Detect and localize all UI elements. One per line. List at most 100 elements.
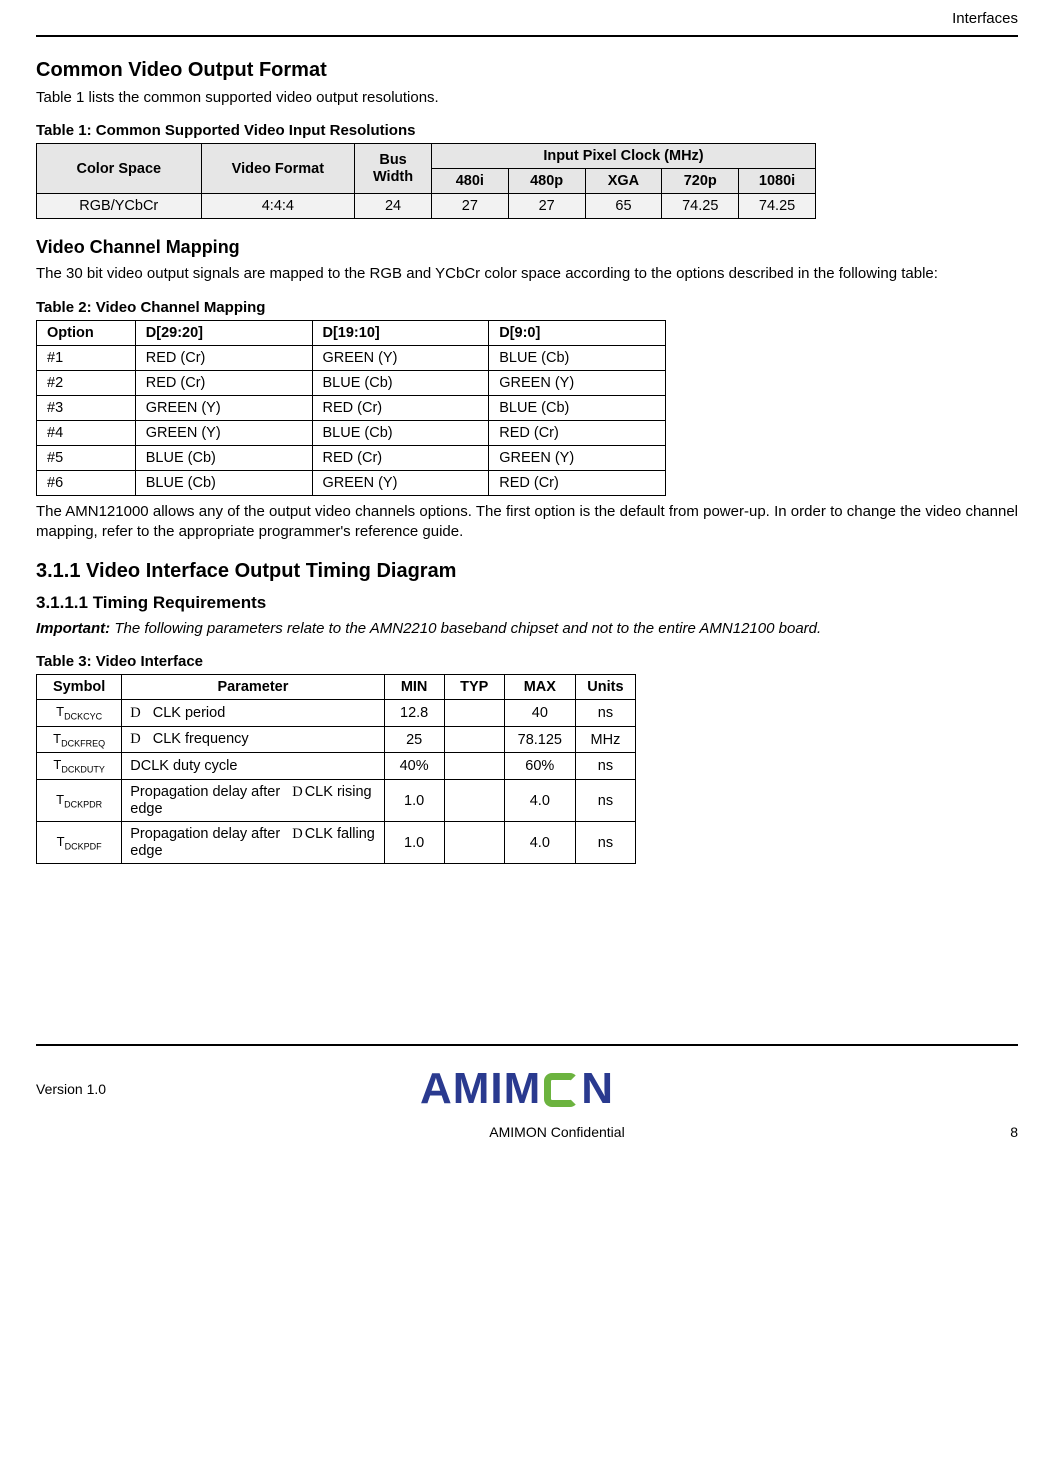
t1-cell: 27 xyxy=(431,194,508,219)
intro-text-2: The 30 bit video output signals are mapp… xyxy=(36,264,1018,284)
t2-col-d9: D[9:0] xyxy=(489,320,666,345)
heading-311: 3.1.1 Video Interface Output Timing Diag… xyxy=(36,560,1018,583)
t2-cell: GREEN (Y) xyxy=(489,445,666,470)
t2-cell: GREEN (Y) xyxy=(489,370,666,395)
t1-cell: RGB/YCbCr xyxy=(37,194,202,219)
table-row: TDCKPDRPropagation delay after DCLK risi… xyxy=(37,780,636,822)
important-note: Important: The following parameters rela… xyxy=(36,619,1018,639)
t3-cell xyxy=(444,726,504,753)
t3-cell: 12.8 xyxy=(384,700,444,727)
t1-col-1080i: 1080i xyxy=(739,169,816,194)
t3-param: Propagation delay after DCLK rising edge xyxy=(122,780,384,822)
table2-caption: Table 2: Video Channel Mapping xyxy=(36,299,1018,316)
t3-col-param: Parameter xyxy=(122,675,384,700)
t2-cell: GREEN (Y) xyxy=(312,470,489,495)
table-row: #6BLUE (Cb)GREEN (Y)RED (Cr) xyxy=(37,470,666,495)
t3-symbol: TDCKDUTY xyxy=(37,753,122,780)
logo-o-icon xyxy=(544,1073,578,1107)
t3-param: DCLK frequency xyxy=(122,726,384,753)
t3-symbol: TDCKCYC xyxy=(37,700,122,727)
t2-cell: RED (Cr) xyxy=(135,370,312,395)
t1-cell: 4:4:4 xyxy=(201,194,355,219)
heading-common-video-output: Common Video Output Format xyxy=(36,59,1018,82)
t2-cell: #4 xyxy=(37,420,136,445)
t1-cell: 27 xyxy=(508,194,585,219)
t3-cell: 25 xyxy=(384,726,444,753)
table-row: TDCKPDFPropagation delay after DCLK fall… xyxy=(37,822,636,864)
table-row: #3GREEN (Y)RED (Cr)BLUE (Cb) xyxy=(37,395,666,420)
t3-col-min: MIN xyxy=(384,675,444,700)
logo-text-a: AMIM xyxy=(420,1064,541,1114)
t1-col-buswidth: Bus Width xyxy=(355,144,432,194)
table-row: TDCKFREQDCLK frequency2578.125MHz xyxy=(37,726,636,753)
t3-cell: 78.125 xyxy=(504,726,575,753)
t2-cell: BLUE (Cb) xyxy=(489,345,666,370)
page-number: 8 xyxy=(988,1124,1018,1140)
t1-cell: 74.25 xyxy=(739,194,816,219)
t1-col-videoformat: Video Format xyxy=(201,144,355,194)
t2-cell: #6 xyxy=(37,470,136,495)
confidential-label: AMIMON Confidential xyxy=(126,1124,988,1140)
outro-text-2: The AMN121000 allows any of the output v… xyxy=(36,502,1018,543)
t2-cell: RED (Cr) xyxy=(489,420,666,445)
important-label: Important: xyxy=(36,620,110,637)
t3-cell: 1.0 xyxy=(384,780,444,822)
t2-cell: #5 xyxy=(37,445,136,470)
t2-cell: #2 xyxy=(37,370,136,395)
t3-cell xyxy=(444,753,504,780)
t3-cell: 40 xyxy=(504,700,575,727)
t3-cell: 4.0 xyxy=(504,822,575,864)
t2-cell: GREEN (Y) xyxy=(135,420,312,445)
footer-rule xyxy=(36,1044,1018,1046)
t2-cell: RED (Cr) xyxy=(489,470,666,495)
table-row: #1RED (Cr)GREEN (Y)BLUE (Cb) xyxy=(37,345,666,370)
t3-cell: MHz xyxy=(575,726,635,753)
table-row: TDCKDUTYDCLK duty cycle40%60%ns xyxy=(37,753,636,780)
intro-text-1: Table 1 lists the common supported video… xyxy=(36,88,1018,108)
table1: Color Space Video Format Bus Width Input… xyxy=(36,143,816,219)
t2-cell: BLUE (Cb) xyxy=(489,395,666,420)
table-row: #4GREEN (Y)BLUE (Cb)RED (Cr) xyxy=(37,420,666,445)
t3-cell: ns xyxy=(575,780,635,822)
t3-symbol: TDCKPDR xyxy=(37,780,122,822)
t1-cell: 65 xyxy=(585,194,662,219)
t2-cell: RED (Cr) xyxy=(312,395,489,420)
table3: Symbol Parameter MIN TYP MAX Units TDCKC… xyxy=(36,674,636,864)
t3-cell: ns xyxy=(575,822,635,864)
amimon-logo: AMIM N xyxy=(420,1064,614,1114)
t3-cell: ns xyxy=(575,753,635,780)
t1-col-clockgroup: Input Pixel Clock (MHz) xyxy=(431,144,815,169)
table3-caption: Table 3: Video Interface xyxy=(36,653,1018,670)
t2-cell: GREEN (Y) xyxy=(135,395,312,420)
t1-col-480i: 480i xyxy=(431,169,508,194)
version-label: Version 1.0 xyxy=(36,1081,106,1097)
t3-cell: 4.0 xyxy=(504,780,575,822)
t1-col-xga: XGA xyxy=(585,169,662,194)
t2-cell: GREEN (Y) xyxy=(312,345,489,370)
table-row: #2RED (Cr)BLUE (Cb)GREEN (Y) xyxy=(37,370,666,395)
t3-cell: 60% xyxy=(504,753,575,780)
t3-symbol: TDCKPDF xyxy=(37,822,122,864)
t2-cell: BLUE (Cb) xyxy=(312,420,489,445)
t3-cell: ns xyxy=(575,700,635,727)
t3-cell: 40% xyxy=(384,753,444,780)
t3-cell xyxy=(444,780,504,822)
t3-col-symbol: Symbol xyxy=(37,675,122,700)
t1-cell: 74.25 xyxy=(662,194,739,219)
t3-col-typ: TYP xyxy=(444,675,504,700)
t2-col-option: Option xyxy=(37,320,136,345)
t2-cell: BLUE (Cb) xyxy=(135,445,312,470)
t3-col-max: MAX xyxy=(504,675,575,700)
t1-col-colorspace: Color Space xyxy=(37,144,202,194)
table1-caption: Table 1: Common Supported Video Input Re… xyxy=(36,122,1018,139)
important-text: The following parameters relate to the A… xyxy=(110,620,821,637)
t2-cell: RED (Cr) xyxy=(135,345,312,370)
t3-param: DCLK period xyxy=(122,700,384,727)
t2-col-d29: D[29:20] xyxy=(135,320,312,345)
t2-col-d19: D[19:10] xyxy=(312,320,489,345)
t2-cell: RED (Cr) xyxy=(312,445,489,470)
t3-cell xyxy=(444,700,504,727)
t1-col-720p: 720p xyxy=(662,169,739,194)
heading-3111: 3.1.1.1 Timing Requirements xyxy=(36,593,1018,613)
t1-cell: 24 xyxy=(355,194,432,219)
